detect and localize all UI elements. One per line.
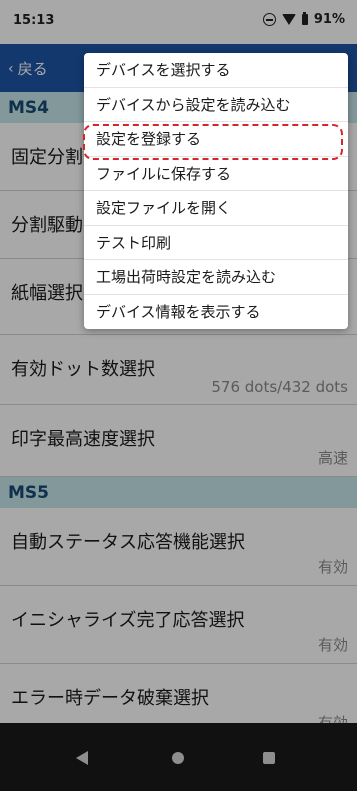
menu-item-device-info[interactable]: デバイス情報を表示する: [84, 295, 348, 330]
overflow-menu: デバイスを選択する デバイスから設定を読み込む 設定を登録する ファイルに保存す…: [84, 53, 348, 329]
menu-item-read-settings[interactable]: デバイスから設定を読み込む: [84, 88, 348, 122]
menu-item-factory-settings[interactable]: 工場出荷時設定を読み込む: [84, 260, 348, 295]
recents-icon[interactable]: [263, 752, 275, 764]
navigation-bar: [0, 723, 357, 791]
highlight-annotation: [83, 124, 343, 160]
menu-item-select-device[interactable]: デバイスを選択する: [84, 53, 348, 88]
home-icon[interactable]: [172, 752, 184, 764]
menu-item-save-file[interactable]: ファイルに保存する: [84, 157, 348, 191]
menu-item-test-print[interactable]: テスト印刷: [84, 226, 348, 260]
back-icon[interactable]: [76, 751, 88, 765]
menu-item-open-file[interactable]: 設定ファイルを開く: [84, 191, 348, 226]
